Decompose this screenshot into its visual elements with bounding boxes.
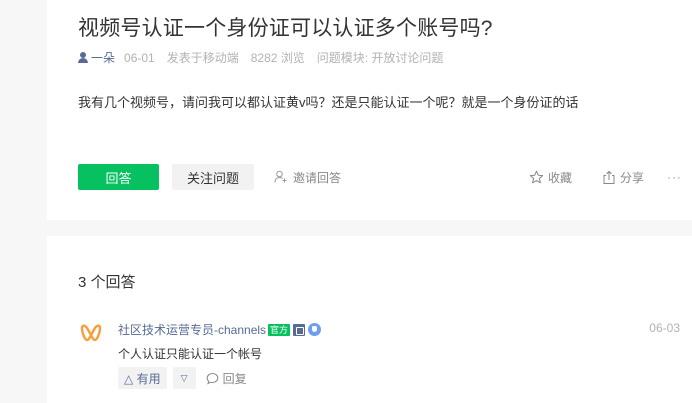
- medal-badge-icon: [308, 323, 322, 336]
- question-module[interactable]: 问题模块: 开放讨论问题: [317, 49, 444, 66]
- reply-button[interactable]: 回复: [206, 367, 247, 389]
- share-button[interactable]: 分享: [602, 164, 644, 190]
- answer-author[interactable]: 社区技术运营专员-channels: [118, 321, 266, 338]
- question-meta: 一朵 06-01 发表于移动端 8282 浏览 问题模块: 开放讨论问题: [78, 49, 443, 66]
- answer-actions: △ 有用 ▽ 回复: [118, 367, 247, 389]
- follow-question-button[interactable]: 关注问题: [172, 164, 254, 190]
- question-actions: 回答 关注问题 邀请回答 收藏 分享 ···: [78, 164, 682, 190]
- question-card: 视频号认证一个身份证可以认证多个账号吗? 一朵 06-01 发表于移动端 828…: [47, 0, 692, 220]
- question-date: 06-01: [124, 50, 155, 65]
- favorite-button[interactable]: 收藏: [529, 164, 572, 190]
- question-title: 视频号认证一个身份证可以认证多个账号吗?: [78, 17, 493, 40]
- answer-author-row: 社区技术运营专员-channels 官方: [118, 321, 322, 338]
- comment-icon: [206, 372, 218, 384]
- question-views: 8282 浏览: [250, 51, 305, 65]
- question-body: 我有几个视频号，请问我可以都认证黄v吗？还是只能认证一个呢？就是一个身份证的话: [78, 95, 579, 110]
- user-icon: [78, 52, 88, 63]
- question-source: 发表于移动端: [166, 51, 239, 65]
- channels-logo-icon[interactable]: [80, 322, 102, 344]
- answer-text: 个人认证只能认证一个帐号: [118, 347, 263, 361]
- answer-date: 06-03: [649, 321, 680, 335]
- more-button[interactable]: ···: [667, 164, 682, 190]
- favorite-label: 收藏: [548, 170, 573, 185]
- answer-button[interactable]: 回答: [78, 164, 159, 190]
- answers-card: 3 个回答 社区技术运营专员-channels 官方 06-03 个人认证只能认…: [47, 236, 692, 403]
- question-author[interactable]: 一朵: [91, 49, 115, 66]
- reply-label: 回复: [222, 371, 247, 386]
- useful-button[interactable]: △ 有用: [118, 367, 167, 389]
- useless-button[interactable]: ▽: [172, 367, 196, 389]
- invite-answer-label: 邀请回答: [293, 170, 342, 185]
- star-icon: [529, 170, 544, 183]
- invite-user-icon: [274, 170, 287, 183]
- invite-answer-button[interactable]: 邀请回答: [274, 164, 341, 190]
- share-icon: [603, 170, 615, 184]
- verified-badge-icon: [293, 323, 306, 336]
- share-label: 分享: [620, 170, 645, 185]
- answers-count: 3 个回答: [78, 274, 136, 291]
- official-badge: 官方: [268, 323, 291, 336]
